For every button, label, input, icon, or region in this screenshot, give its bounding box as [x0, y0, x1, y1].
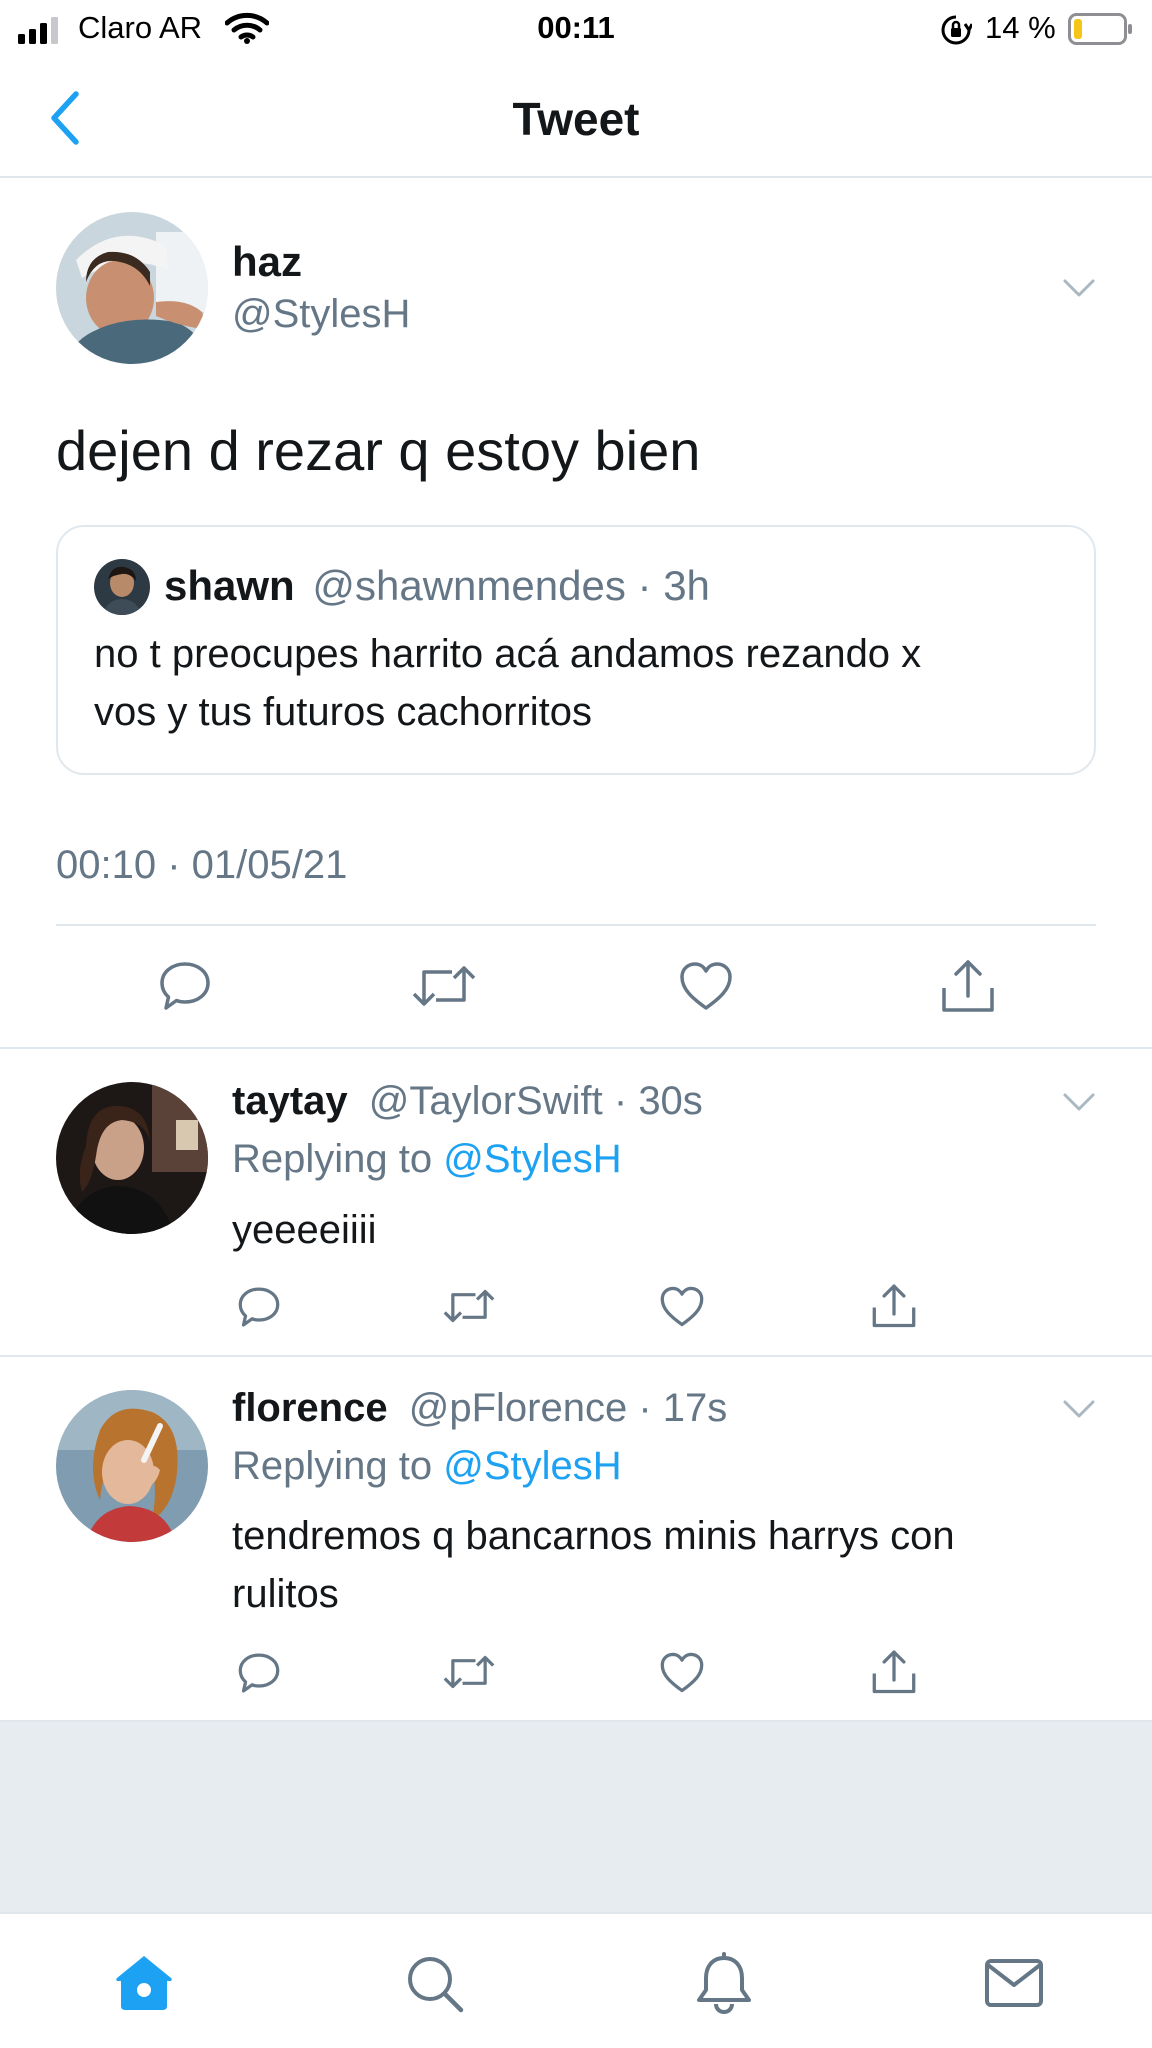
reply-time: 17s [662, 1386, 728, 1430]
heart-icon[interactable] [659, 1651, 705, 1694]
replying-to-handle[interactable]: @StylesH [443, 1137, 621, 1181]
navigation-bar: Tweet [0, 60, 1152, 178]
mail-icon[interactable] [984, 1958, 1044, 2008]
avatar-taytay[interactable] [56, 1082, 208, 1234]
more-chevron-down-icon[interactable] [1062, 1092, 1096, 1112]
quote-header: shawn @shawnmendes · 3h [164, 562, 710, 610]
avatar-florence[interactable] [56, 1390, 208, 1542]
reply-author-handle[interactable]: @pFlorence [409, 1386, 627, 1430]
author-handle[interactable]: @StylesH [232, 292, 410, 337]
replying-to-label: Replying to [232, 1444, 433, 1488]
share-icon[interactable] [940, 956, 996, 1014]
avatar-shawn [94, 559, 150, 615]
divider [0, 1047, 1152, 1049]
reply-icon[interactable] [237, 1285, 281, 1329]
quote-separator: · [637, 562, 652, 609]
replying-to-handle[interactable]: @StylesH [443, 1444, 621, 1488]
more-chevron-down-icon[interactable] [1062, 278, 1096, 298]
battery-icon [1068, 13, 1134, 45]
author-name[interactable]: haz [232, 238, 302, 286]
share-icon[interactable] [871, 1281, 917, 1329]
divider [56, 924, 1096, 926]
rotation-lock-icon [940, 14, 972, 46]
battery-percent: 14 % [985, 10, 1056, 45]
status-time: 00:11 [537, 10, 615, 45]
page-title: Tweet [512, 93, 640, 145]
quote-time: 3h [663, 562, 710, 609]
retweet-icon[interactable] [443, 1651, 495, 1693]
reply-separator: · [638, 1386, 652, 1430]
retweet-icon[interactable] [443, 1285, 495, 1327]
replying-to: Replying to @StylesH [232, 1444, 622, 1489]
quote-text-line-2: vos y tus futuros cachorritos [94, 690, 592, 734]
search-icon[interactable] [405, 1954, 465, 2014]
tweet-timestamp: 00:10 · 01/05/21 [56, 843, 348, 887]
reply-text-line-1: yeeeeiiii [232, 1208, 377, 1252]
share-icon[interactable] [871, 1647, 917, 1695]
retweet-icon[interactable] [412, 960, 476, 1012]
replying-to: Replying to @StylesH [232, 1137, 622, 1182]
home-icon[interactable] [113, 1954, 175, 2012]
reply-author-handle[interactable]: @TaylorSwift [369, 1079, 603, 1123]
more-chevron-down-icon[interactable] [1062, 1399, 1096, 1419]
quote-author-name: shawn [164, 562, 295, 609]
avatar-haz[interactable] [56, 212, 208, 364]
reply-text-line-2: rulitos [232, 1572, 339, 1616]
reply-author-name[interactable]: florence [232, 1386, 388, 1430]
heart-icon[interactable] [659, 1285, 705, 1328]
reply-header: taytay @TaylorSwift · 30s [232, 1079, 703, 1124]
bell-icon[interactable] [694, 1952, 754, 2016]
reply-header: florence @pFlorence · 17s [232, 1386, 727, 1431]
reply-author-name[interactable]: taytay [232, 1079, 348, 1123]
reply-separator: · [613, 1079, 628, 1123]
status-bar: Claro AR 00:11 14 % [0, 0, 1152, 60]
reply-text-line-1: tendremos q bancarnos minis harrys con [232, 1514, 955, 1558]
tab-bar [0, 1912, 1152, 2048]
reply-icon[interactable] [237, 1651, 281, 1695]
tweet-text: dejen d rezar q estoy bien [56, 419, 701, 482]
reply-time: 30s [638, 1079, 703, 1123]
quote-text-line-1: no t preocupes harrito acá andamos rezan… [94, 632, 922, 676]
replying-to-label: Replying to [232, 1137, 433, 1181]
reply-icon[interactable] [158, 959, 212, 1013]
quote-author-handle: @shawnmendes [312, 562, 626, 609]
divider [0, 1355, 1152, 1357]
empty-area [0, 1722, 1152, 1912]
heart-icon[interactable] [678, 960, 734, 1012]
